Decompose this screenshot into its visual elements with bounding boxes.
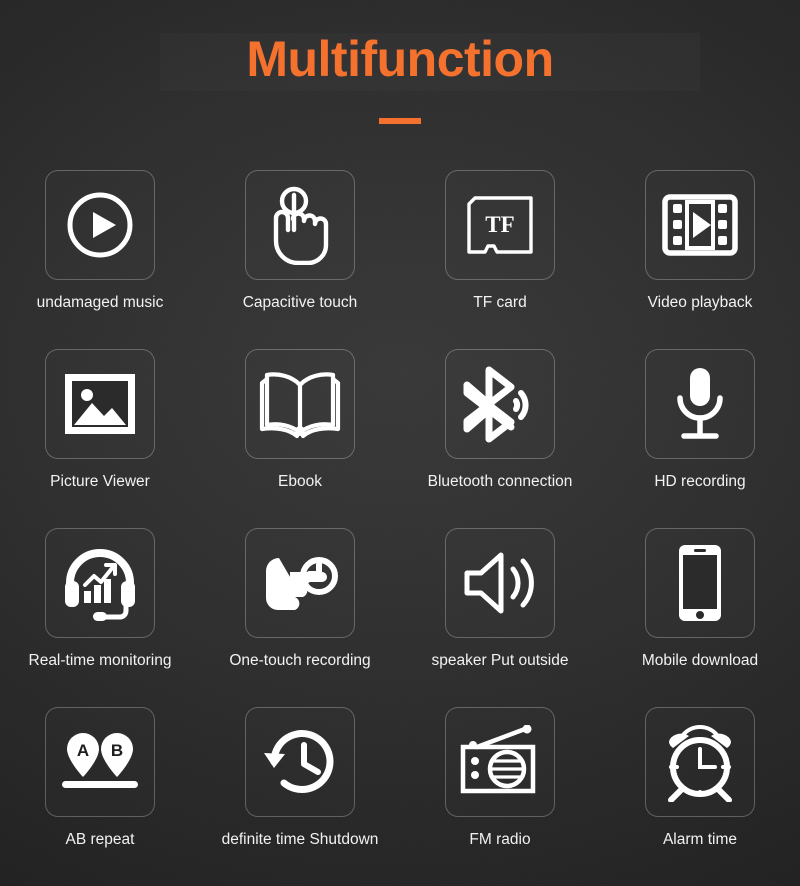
poster-root: Multifunction undamaged music Capacitive… — [0, 0, 800, 886]
feature-cell-undamaged-music[interactable]: undamaged music — [0, 170, 200, 349]
feature-cell-ebook[interactable]: Ebook — [200, 349, 400, 528]
feature-label: speaker Put outside — [431, 652, 569, 669]
feature-label: AB repeat — [65, 831, 135, 848]
feature-tile[interactable] — [245, 170, 355, 280]
feature-tile[interactable]: TF — [445, 170, 555, 280]
feature-cell-real-time-monitoring[interactable]: Real-time monitoring — [0, 528, 200, 707]
play-circle-icon — [62, 187, 138, 263]
feature-cell-hd-recording[interactable]: HD recording — [600, 349, 800, 528]
feature-tile[interactable]: A B — [45, 707, 155, 817]
feature-label: Real-time monitoring — [28, 652, 172, 669]
feature-tile[interactable] — [645, 528, 755, 638]
feature-tile[interactable] — [245, 707, 355, 817]
feature-row: undamaged music Capacitive touch TF TF c… — [0, 170, 800, 349]
page-title: Multifunction — [246, 31, 554, 87]
feature-label: Picture Viewer — [50, 473, 150, 490]
feature-cell-alarm-time[interactable]: Alarm time — [600, 707, 800, 886]
feature-cell-video-playback[interactable]: Video playback — [600, 170, 800, 349]
speaker-waves-icon — [459, 547, 541, 619]
microphone-icon — [671, 364, 729, 444]
feature-label: undamaged music — [36, 294, 164, 311]
feature-cell-capacitive-touch[interactable]: Capacitive touch — [200, 170, 400, 349]
capacitive-touch-hand-icon — [264, 185, 336, 265]
bluetooth-icon — [459, 365, 541, 443]
headset-chart-icon — [60, 543, 140, 623]
feature-label: HD recording — [654, 473, 746, 490]
feature-tile[interactable] — [445, 349, 555, 459]
feature-label: Mobile download — [641, 652, 759, 669]
open-book-icon — [259, 367, 341, 441]
clock-rotate-back-icon — [260, 723, 340, 801]
fm-radio-icon — [459, 725, 541, 799]
feature-row: Picture Viewer Ebook Bluetooth connectio… — [0, 349, 800, 528]
tf-card-icon: TF — [461, 190, 539, 260]
feature-cell-ab-repeat[interactable]: A B AB repeat — [0, 707, 200, 886]
feature-tile[interactable] — [245, 528, 355, 638]
feature-tile[interactable] — [445, 528, 555, 638]
title-divider — [379, 118, 421, 124]
feature-label: Bluetooth connection — [427, 473, 573, 490]
feature-tile[interactable] — [445, 707, 555, 817]
feature-tile[interactable] — [645, 349, 755, 459]
feature-cell-definite-time-shutdown[interactable]: definite time Shutdown — [200, 707, 400, 886]
feature-label: Alarm time — [662, 831, 738, 848]
feature-row: Real-time monitoring One-touch recording — [0, 528, 800, 707]
pin-label-a: A — [77, 741, 89, 760]
feature-grid: undamaged music Capacitive touch TF TF c… — [0, 170, 800, 886]
feature-tile[interactable] — [645, 707, 755, 817]
feature-cell-mobile-download[interactable]: Mobile download — [600, 528, 800, 707]
feature-label: Capacitive touch — [242, 294, 358, 311]
feature-tile[interactable] — [45, 349, 155, 459]
feature-tile[interactable] — [45, 170, 155, 280]
feature-cell-fm-radio[interactable]: FM radio — [400, 707, 600, 886]
feature-label: TF card — [473, 294, 527, 311]
feature-cell-one-touch-recording[interactable]: One-touch recording — [200, 528, 400, 707]
feature-cell-picture-viewer[interactable]: Picture Viewer — [0, 349, 200, 528]
feature-label: One-touch recording — [229, 652, 371, 669]
film-play-icon — [661, 191, 739, 259]
tf-card-label: TF — [485, 212, 514, 237]
feature-label: FM radio — [469, 831, 531, 848]
feature-tile[interactable] — [645, 170, 755, 280]
alarm-clock-icon — [661, 722, 739, 802]
hand-press-button-icon — [259, 550, 341, 616]
smartphone-icon — [675, 542, 725, 624]
feature-tile[interactable] — [45, 528, 155, 638]
feature-label: definite time Shutdown — [221, 831, 379, 848]
ab-repeat-pins-icon: A B — [60, 729, 140, 795]
picture-frame-icon — [62, 370, 138, 438]
feature-label: Video playback — [647, 294, 753, 311]
feature-cell-bluetooth[interactable]: Bluetooth connection — [400, 349, 600, 528]
feature-cell-speaker-put-outside[interactable]: speaker Put outside — [400, 528, 600, 707]
feature-row: A B AB repeat definite time Shutdown FM … — [0, 707, 800, 886]
pin-label-b: B — [111, 741, 123, 760]
feature-tile[interactable] — [245, 349, 355, 459]
feature-cell-tf-card[interactable]: TF TF card — [400, 170, 600, 349]
feature-label: Ebook — [278, 473, 322, 490]
